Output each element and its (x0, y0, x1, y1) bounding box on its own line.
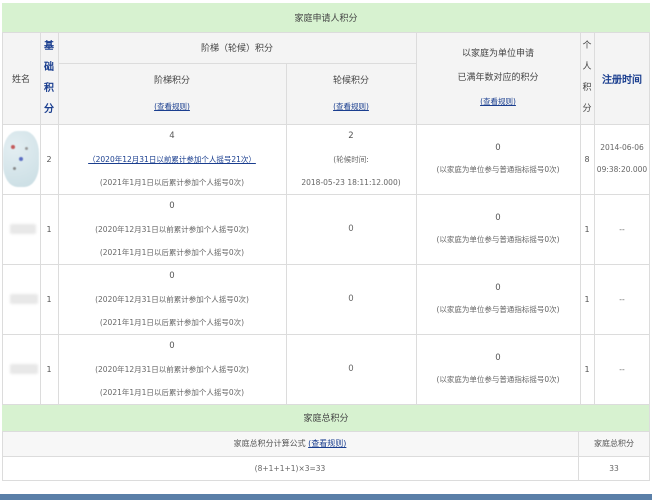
row-base: 1 (46, 224, 52, 234)
row-register: -- (619, 364, 625, 374)
row-personal: 1 (584, 294, 590, 304)
register-time: 09:38:20.000 (596, 165, 648, 174)
total-title-bar: 家庭总积分 (2, 404, 650, 431)
header-personal-char: 个 (582, 41, 592, 51)
formula-label: 家庭总积分计算公式 (233, 439, 306, 448)
redacted-name (10, 224, 36, 234)
row-base: 2 (46, 154, 52, 164)
row-family: 0 (以家庭为单位参与普通指标摇号0次) (416, 194, 580, 264)
header-personal-char: 积 (582, 83, 592, 93)
row-family: 0 (以家庭为单位参与普通指标摇号0次) (416, 334, 580, 404)
row-personal: 8 (584, 154, 590, 164)
ladder-value: 4 (169, 130, 175, 141)
row-ladder: 0 (2020年12月31日以前累计参加个人摇号0次) (2021年1月1日以后… (58, 194, 286, 264)
header-family-line: 以家庭为单位申请 (461, 49, 534, 59)
row-personal: 1 (584, 364, 590, 374)
header-name-label: 姓名 (11, 74, 30, 85)
table-row: 1 0 (2020年12月31日以前累计参加个人摇号0次) (2021年1月1日… (2, 194, 650, 264)
ladder-note-before: (2020年12月31日以前累计参加个人摇号0次) (95, 294, 249, 304)
total-label: 家庭总积分 (594, 439, 634, 448)
row-register: 2014-06-06 09:38:20.000 (594, 124, 650, 194)
view-rules-link-queue[interactable]: (查看规则) (333, 94, 369, 120)
ladder-value: 0 (169, 340, 175, 351)
header-base-char: 基 (44, 41, 54, 52)
row-ladder: 4 （2020年12月31日以前累计参加个人摇号21次） (2021年1月1日以… (58, 124, 286, 194)
register-date: 2014-06-06 (600, 143, 644, 152)
ladder-note: (2021年1月1日以后累计参加个人摇号0次) (99, 387, 245, 397)
queue-time: 2018-05-23 18:11:12.000) (301, 177, 401, 187)
row-queue: 0 (348, 224, 354, 234)
row-ladder: 0 (2020年12月31日以前累计参加个人摇号0次) (2021年1月1日以后… (58, 264, 286, 334)
row-queue: 0 (348, 364, 354, 374)
family-value: 0 (495, 213, 501, 223)
row-base: 1 (46, 364, 52, 374)
redacted-name (10, 294, 38, 304)
header-ladder-points: 阶梯积分 (查看规则) (58, 63, 286, 124)
family-value: 0 (495, 143, 501, 153)
table-row: 2 4 （2020年12月31日以前累计参加个人摇号21次） (2021年1月1… (2, 124, 650, 194)
header-ladder-group: 阶梯（轮候）积分 (58, 32, 416, 63)
ladder-value: 0 (169, 200, 175, 211)
row-family: 0 (以家庭为单位参与普通指标摇号0次) (416, 264, 580, 334)
row-queue: 2 (轮候时间: 2018-05-23 18:11:12.000) (286, 124, 416, 194)
ladder-note: (2021年1月1日以后累计参加个人摇号0次) (99, 247, 245, 257)
header-queue-points: 轮候积分 (查看规则) (286, 63, 416, 124)
header-register-time: 注册时间 (594, 32, 650, 124)
row-queue: 0 (348, 294, 354, 304)
row-register: -- (619, 224, 625, 234)
footer-bar (0, 494, 652, 500)
header-personal-char: 分 (582, 104, 592, 114)
header-base-char: 分 (44, 104, 54, 115)
header-queue-points-label: 轮候积分 (332, 75, 369, 86)
header-family-unit: 以家庭为单位申请 已满年数对应的积分 (查看规则) (416, 32, 580, 124)
formula-header: 家庭总积分计算公式 (查看规则) (2, 431, 578, 456)
queue-value: 2 (348, 130, 354, 141)
table-row: 1 0 (2020年12月31日以前累计参加个人摇号0次) (2021年1月1日… (2, 334, 650, 404)
family-note: (以家庭为单位参与普通指标摇号0次) (436, 375, 560, 384)
row-personal: 1 (584, 224, 590, 234)
total-title: 家庭总积分 (303, 414, 349, 424)
redacted-name (10, 364, 38, 374)
family-note: (以家庭为单位参与普通指标摇号0次) (436, 235, 560, 244)
family-value: 0 (495, 283, 501, 293)
row-base: 1 (46, 294, 52, 304)
header-register-time-label: 注册时间 (602, 74, 642, 86)
row-ladder: 0 (2020年12月31日以前累计参加个人摇号0次) (2021年1月1日以后… (58, 334, 286, 404)
title-bar: 家庭申请人积分 (2, 3, 650, 32)
ladder-note: (2021年1月1日以后累计参加个人摇号0次) (99, 177, 245, 187)
header-ladder-points-label: 阶梯积分 (153, 75, 190, 86)
ladder-value: 0 (169, 270, 175, 281)
header-personal-char: 人 (582, 62, 592, 72)
row-family: 0 (以家庭为单位参与普通指标摇号0次) (416, 124, 580, 194)
table-row: 1 0 (2020年12月31日以前累计参加个人摇号0次) (2021年1月1日… (2, 264, 650, 334)
family-note: (以家庭为单位参与普通指标摇号0次) (436, 305, 560, 314)
header-base-char: 础 (44, 62, 54, 73)
header-base-points: 基 础 积 分 (40, 32, 58, 124)
formula-value: (8+1+1+1)×3=33 (254, 463, 326, 473)
ladder-history-link[interactable]: （2020年12月31日以前累计参加个人摇号21次） (88, 148, 256, 171)
view-rules-link-total[interactable]: (查看规则) (308, 438, 346, 449)
header-family-line: 已满年数对应的积分 (457, 73, 539, 83)
total-value: 33 (609, 463, 619, 473)
header-ladder-group-label: 阶梯（轮候）积分 (200, 44, 273, 54)
view-rules-link-family[interactable]: (查看规则) (480, 90, 516, 114)
ladder-note: (2021年1月1日以后累计参加个人摇号0次) (99, 317, 245, 327)
ladder-note-before: (2020年12月31日以前累计参加个人摇号0次) (95, 224, 249, 234)
header-base-char: 积 (44, 83, 54, 94)
page-title: 家庭申请人积分 (294, 14, 358, 24)
row-register: -- (619, 294, 625, 304)
total-header: 家庭总积分 (578, 431, 650, 456)
avatar (3, 131, 39, 187)
family-value: 0 (495, 353, 501, 363)
header-personal-points: 个 人 积 分 (580, 32, 594, 124)
row-name-cell (2, 124, 40, 194)
queue-label: (轮候时间: (333, 154, 369, 164)
header-name: 姓名 (2, 32, 40, 124)
family-note: (以家庭为单位参与普通指标摇号0次) (436, 165, 560, 174)
ladder-note-before: (2020年12月31日以前累计参加个人摇号0次) (95, 364, 249, 374)
view-rules-link-ladder[interactable]: (查看规则) (154, 94, 190, 120)
